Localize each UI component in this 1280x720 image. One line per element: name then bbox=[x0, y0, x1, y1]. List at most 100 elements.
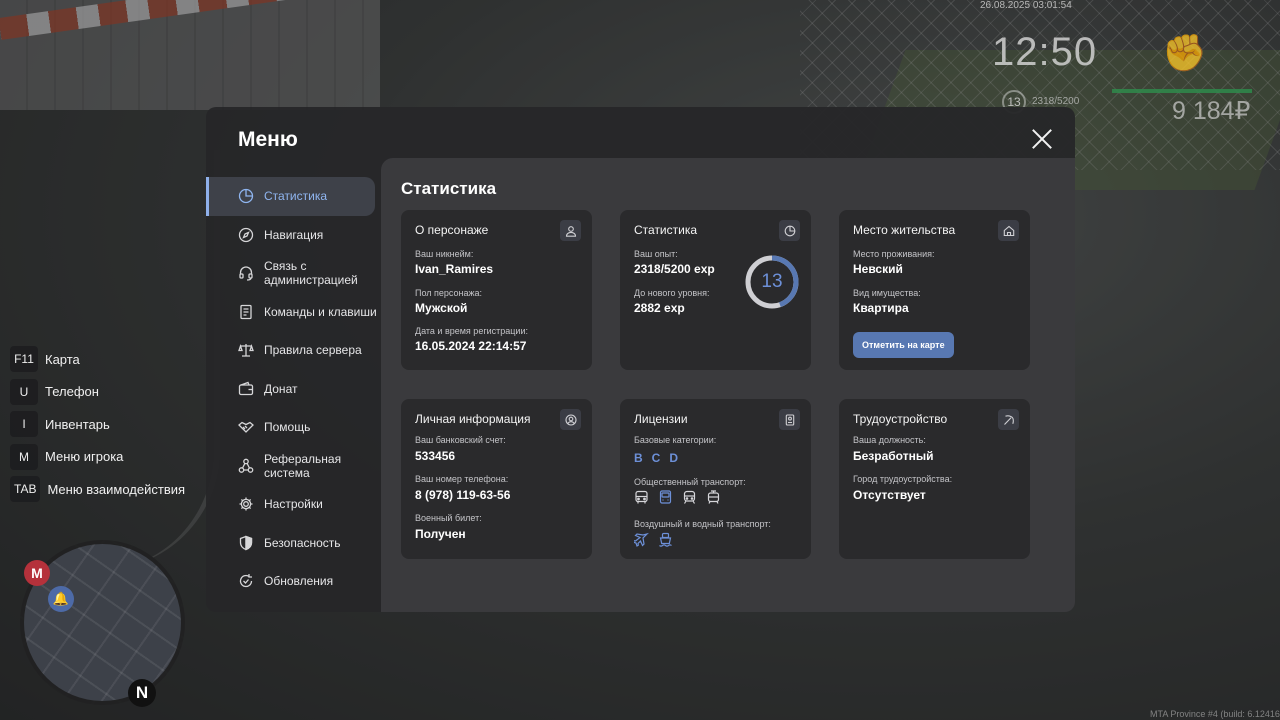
headset-icon bbox=[239, 266, 253, 281]
keybind-inventory: I Инвентарь bbox=[10, 411, 185, 437]
keybind-map: F11 Карта bbox=[10, 346, 185, 372]
property-type-value: Квартира bbox=[853, 301, 909, 315]
nav-item-updates[interactable]: Обновления bbox=[206, 562, 381, 601]
refresh-icon bbox=[239, 574, 253, 588]
nav-label: Команды и клавиши bbox=[264, 304, 377, 319]
compass-icon bbox=[238, 227, 254, 242]
keybind-player-menu: M Меню игрока bbox=[10, 443, 185, 470]
nav-item-admin-contact[interactable]: Связь с администрацией bbox=[206, 254, 381, 293]
id-card-icon bbox=[779, 409, 800, 430]
nav-label: Помощь bbox=[264, 420, 311, 435]
card-title: О персонаже bbox=[415, 223, 489, 237]
key-cap: M bbox=[10, 443, 38, 470]
keybind-phone: U Телефон bbox=[10, 378, 185, 405]
user-circle-icon bbox=[560, 409, 581, 430]
plane-icon bbox=[634, 532, 649, 547]
card-title: Лицензии bbox=[634, 412, 688, 426]
bank-account-value: 533456 bbox=[415, 449, 456, 463]
air-water-transport-label: Воздушный и водный транспорт: bbox=[634, 519, 771, 529]
bell-icon: 🔔 bbox=[48, 586, 74, 612]
health-bar bbox=[1112, 89, 1252, 93]
key-label: Меню игрока bbox=[45, 449, 124, 464]
public-transport-label: Общественный транспорт: bbox=[634, 477, 746, 487]
exp-label: Ваш опыт: bbox=[634, 249, 678, 259]
gear-icon bbox=[239, 497, 253, 511]
referral-icon bbox=[238, 458, 254, 473]
north-marker-icon: N bbox=[128, 679, 156, 707]
pie-chart-icon bbox=[779, 220, 800, 241]
nav-label: Связь с администрацией bbox=[264, 259, 358, 288]
phone-label: Ваш номер телефона: bbox=[415, 474, 509, 484]
level-number: 13 bbox=[761, 271, 783, 292]
base-categories-label: Базовые категории: bbox=[634, 435, 717, 445]
keybind-interaction-menu: TAB Меню взаимодействия bbox=[10, 476, 185, 502]
character-card: О персонаже Ваш никнейм: Ivan_Ramires По… bbox=[401, 210, 592, 370]
nav-item-settings[interactable]: Настройки bbox=[206, 485, 381, 524]
bank-account-label: Ваш банковский счет: bbox=[415, 435, 506, 445]
gender-value: Мужской bbox=[415, 301, 468, 315]
property-type-label: Вид имущества: bbox=[853, 288, 921, 298]
nav-item-security[interactable]: Безопасность bbox=[206, 524, 381, 563]
license-category: C bbox=[651, 451, 661, 465]
hud-datetime: 26.08.2025 03:01:54 bbox=[980, 0, 1072, 11]
ship-icon bbox=[659, 532, 672, 547]
page-title: Статистика bbox=[401, 179, 497, 198]
wallet-icon bbox=[238, 381, 254, 395]
nav-item-commands[interactable]: Команды и клавиши bbox=[206, 293, 381, 332]
registration-label: Дата и время регистрации: bbox=[415, 326, 528, 336]
job-city-label: Город трудоустройства: bbox=[853, 474, 953, 484]
key-cap: TAB bbox=[10, 476, 41, 502]
gender-label: Пол персонажа: bbox=[415, 288, 483, 298]
pie-chart-icon bbox=[238, 189, 254, 204]
nav-label: Правила сервера bbox=[264, 343, 362, 358]
nav-item-help[interactable]: Помощь bbox=[206, 408, 381, 447]
license-categories: B C D bbox=[634, 451, 678, 465]
air-water-transport-icons bbox=[634, 532, 673, 547]
hud-money: 9 184₽ bbox=[1172, 97, 1251, 125]
pickaxe-icon bbox=[998, 409, 1019, 430]
key-cap: I bbox=[10, 411, 38, 437]
exp-value: 2318/5200 exp bbox=[634, 262, 715, 276]
card-title: Трудоустройство bbox=[853, 412, 948, 426]
card-title: Статистика bbox=[634, 223, 698, 237]
close-icon[interactable] bbox=[1029, 126, 1055, 152]
nav-label: Донат bbox=[264, 381, 298, 396]
fist-icon: ✊ bbox=[1162, 32, 1207, 73]
nav-item-referral[interactable]: Реферальная система bbox=[206, 447, 381, 486]
key-label: Телефон bbox=[45, 384, 99, 399]
metro-marker-icon: М bbox=[24, 560, 50, 586]
employment-card: Трудоустройство Ваша должность: Безработ… bbox=[839, 399, 1030, 559]
experience-card: Статистика Ваш опыт: 2318/5200 exp До но… bbox=[620, 210, 811, 370]
key-label: Инвентарь bbox=[45, 416, 110, 432]
nav-item-statistics[interactable]: Статистика bbox=[206, 177, 375, 216]
next-level-value: 2882 exp bbox=[634, 301, 685, 315]
handshake-icon bbox=[238, 421, 254, 434]
bus-front-icon bbox=[659, 490, 672, 504]
user-icon bbox=[560, 220, 581, 241]
phone-value: 8 (978) 119-63-56 bbox=[415, 488, 511, 502]
menu-sidebar: Статистика Навигация Связь с администрац… bbox=[206, 177, 381, 601]
nickname-value: Ivan_Ramires bbox=[415, 262, 494, 276]
nav-item-server-rules[interactable]: Правила сервера bbox=[206, 331, 381, 370]
key-cap: U bbox=[10, 378, 38, 405]
residence-place-label: Место проживания: bbox=[853, 249, 935, 259]
card-title: Место жительства bbox=[853, 223, 956, 237]
nav-item-donate[interactable]: Донат bbox=[206, 370, 381, 409]
license-category: B bbox=[634, 451, 643, 465]
nav-label: Навигация bbox=[264, 227, 324, 242]
mark-on-map-button[interactable]: Отметить на карте bbox=[853, 332, 954, 358]
nav-item-navigation[interactable]: Навигация bbox=[206, 216, 381, 255]
keybind-hints: F11 Карта U Телефон I Инвентарь M Меню и… bbox=[10, 346, 185, 509]
public-transport-icons bbox=[634, 490, 721, 505]
bus-icon bbox=[635, 490, 648, 504]
nav-label: Обновления bbox=[264, 574, 334, 589]
residence-place-value: Невский bbox=[853, 262, 903, 276]
military-id-label: Военный билет: bbox=[415, 513, 482, 523]
scales-icon bbox=[238, 344, 254, 357]
home-icon bbox=[998, 220, 1019, 241]
train-icon bbox=[683, 490, 696, 504]
card-title: Личная информация bbox=[415, 412, 531, 426]
registration-value: 16.05.2024 22:14:57 bbox=[415, 339, 527, 353]
next-level-label: До нового уровня: bbox=[634, 288, 710, 298]
personal-info-card: Личная информация Ваш банковский счет: 5… bbox=[401, 399, 592, 559]
